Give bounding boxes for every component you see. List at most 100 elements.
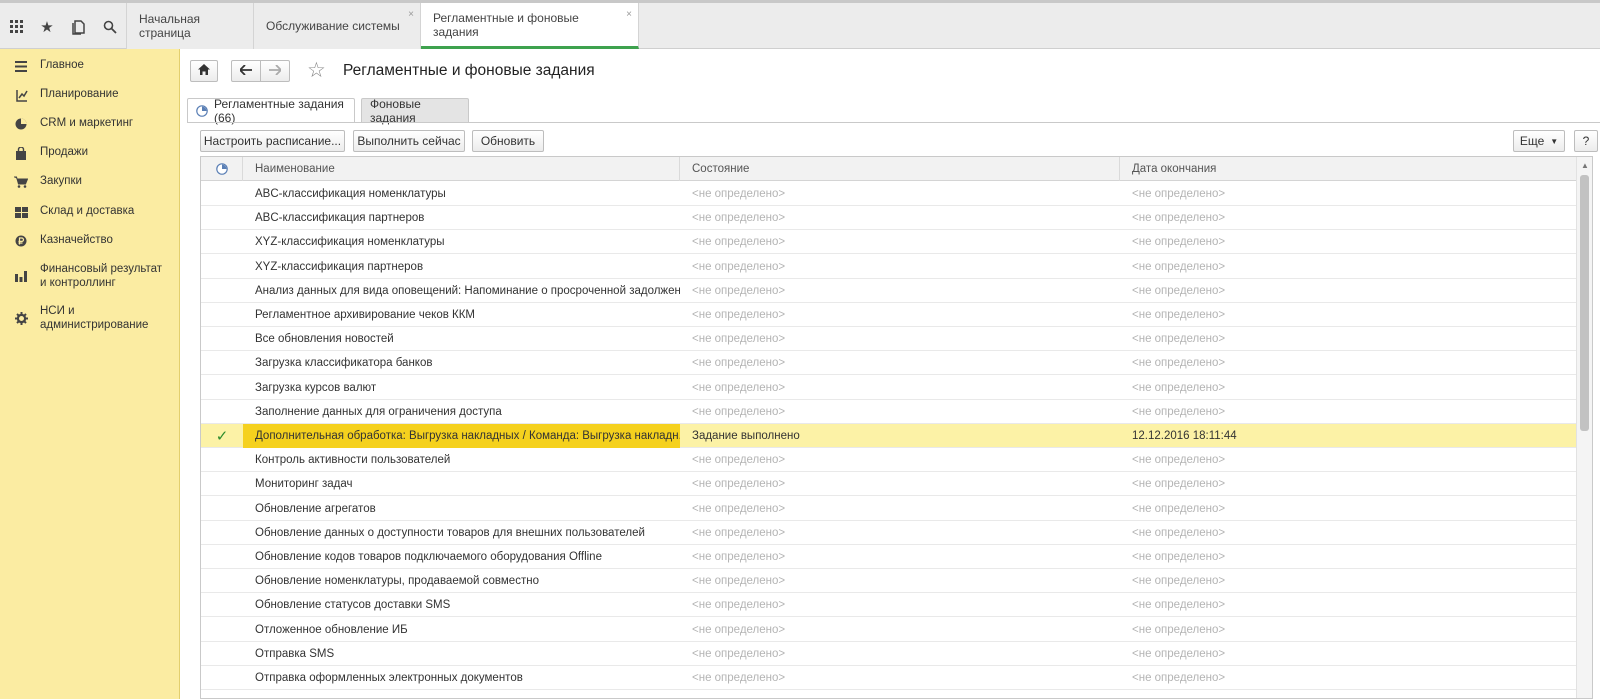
scroll-up-icon[interactable]: ▲ xyxy=(1577,157,1592,173)
job-end-date-cell: <не определено> xyxy=(1132,672,1226,684)
job-end-date-cell: <не определено> xyxy=(1132,284,1226,297)
column-header-state[interactable]: Состояние xyxy=(680,157,1120,181)
job-name-cell: Обновление агрегатов xyxy=(255,502,376,515)
job-state-cell: <не определено> xyxy=(692,260,786,273)
job-end-date-cell: <не определено> xyxy=(1132,526,1226,539)
sidebar-item-financial-result[interactable]: Финансовый результат и контроллинг xyxy=(0,262,180,290)
job-end-date-cell: <не определено> xyxy=(1132,575,1226,588)
tab-background-jobs[interactable]: Фоновые задания xyxy=(361,97,469,125)
table-row[interactable]: Обновление номенклатуры, продаваемой сов… xyxy=(201,569,1576,594)
sidebar-item-purchases[interactable]: Закупки xyxy=(0,174,180,189)
table-row[interactable]: Загрузка курсов валют <не определено> <не … xyxy=(201,376,1576,400)
subtab-divider xyxy=(187,122,1600,123)
table-row[interactable]: XYZ-классификация номенклатуры <не опреде… xyxy=(201,230,1576,255)
table-row[interactable]: ABC-классификация партнеров <не определен… xyxy=(201,206,1576,231)
more-button[interactable]: Еще ▼ xyxy=(1513,130,1565,152)
check-icon xyxy=(201,182,243,206)
check-icon xyxy=(201,545,243,569)
tab-label: Регламентные и фоновые задания xyxy=(433,10,579,39)
sidebar-item-admin[interactable]: НСИ и администрирование xyxy=(0,304,180,332)
tab-scheduled-jobs[interactable]: Регламентные и фоновые задания × xyxy=(421,3,639,49)
table-row[interactable]: Обновление кодов товаров подключаемого о… xyxy=(201,545,1576,569)
job-state-cell: <не определено> xyxy=(692,454,786,467)
favorite-star-icon[interactable]: ☆ xyxy=(307,58,326,83)
job-state-cell: <не определено> xyxy=(692,357,786,370)
table-row[interactable]: Обновление данных о доступности товаров … xyxy=(201,521,1576,545)
back-button[interactable] xyxy=(231,60,261,82)
job-end-date-cell: <не определено> xyxy=(1132,623,1226,636)
table-row[interactable]: Обновление статусов доставки SMS <не опре… xyxy=(201,593,1576,618)
table-row[interactable]: XYZ-классификация партнеров <не определен… xyxy=(201,255,1576,279)
tab-scheduled-jobs-list[interactable]: Регламентные задания (66) xyxy=(187,97,355,125)
table-row[interactable]: Загрузка классификатора банков <не опреде… xyxy=(201,351,1576,376)
table-row[interactable]: Все обновления новостей <не определено> <н… xyxy=(201,327,1576,352)
scrollbar-thumb[interactable] xyxy=(1580,175,1589,431)
home-button[interactable] xyxy=(190,60,218,82)
table-row[interactable]: Обновление агрегатов <не определено> <не о… xyxy=(201,497,1576,521)
job-state-cell: <не определено> xyxy=(692,551,786,563)
table-row[interactable]: Регламентное архивирование чеков ККМ <не … xyxy=(201,303,1576,327)
column-header-name[interactable]: Наименование xyxy=(243,157,680,181)
table-row[interactable]: ✓ Дополнительная обработка: Выгрузка накл… xyxy=(201,424,1576,448)
job-name-cell: ABC-классификация номенклатуры xyxy=(255,188,446,200)
refresh-button[interactable]: Обновить xyxy=(472,130,544,152)
help-button[interactable]: ? xyxy=(1574,130,1598,152)
sidebar-item-main[interactable]: Главное xyxy=(0,58,180,73)
job-end-date-cell: <не определено> xyxy=(1132,188,1226,200)
more-label: Еще xyxy=(1519,134,1545,148)
job-name-cell: Обновление номенклатуры, продаваемой сов… xyxy=(255,575,539,588)
tab-label: Начальная страница xyxy=(139,12,201,40)
vertical-scrollbar[interactable]: ▲ xyxy=(1576,157,1592,698)
table-row[interactable]: Отправка оформленных электронных докумен… xyxy=(201,666,1576,690)
forward-button[interactable] xyxy=(260,60,290,82)
check-icon xyxy=(201,279,243,303)
status-column-header[interactable] xyxy=(201,157,243,181)
job-end-date-cell: <не определено> xyxy=(1132,502,1226,515)
arrow-left-icon xyxy=(238,64,252,78)
job-name-cell: Обновление статусов доставки SMS xyxy=(255,599,451,612)
table-row[interactable]: Анализ данных для вида оповещений: Напом… xyxy=(201,279,1576,303)
job-name-cell: Загрузка курсов валют xyxy=(255,381,377,394)
column-header-end-date[interactable]: Дата окончания xyxy=(1120,157,1576,181)
table-row[interactable]: Контроль активности пользователей <не опр… xyxy=(201,448,1576,473)
apps-grid-icon[interactable] xyxy=(5,11,29,43)
search-icon[interactable] xyxy=(98,11,122,43)
history-icon[interactable] xyxy=(67,11,91,43)
job-name-cell: Загрузка классификатора банков xyxy=(255,357,433,370)
configure-schedule-button[interactable]: Настроить расписание... xyxy=(200,130,345,152)
job-end-date-cell: <не определено> xyxy=(1132,357,1226,370)
sidebar-item-treasury[interactable]: Казначейство xyxy=(0,233,180,248)
tab-system-maintenance[interactable]: Обслуживание системы × xyxy=(254,3,421,49)
run-now-button[interactable]: Выполнить сейчас xyxy=(353,130,465,152)
close-icon[interactable]: × xyxy=(408,9,414,20)
job-end-date-cell: <не определено> xyxy=(1132,551,1226,563)
job-state-cell: <не определено> xyxy=(692,381,786,394)
check-icon xyxy=(201,618,243,642)
job-state-cell: <не определено> xyxy=(692,599,786,612)
job-end-date-cell: <не определено> xyxy=(1132,309,1226,321)
check-icon xyxy=(201,472,243,496)
table-row[interactable]: Отправка SMS <не определено> <не определен… xyxy=(201,642,1576,666)
job-end-date-cell: <не определено> xyxy=(1132,381,1226,394)
bar-chart-icon xyxy=(14,269,28,283)
main-content: ☆ Регламентные и фоновые задания Регламе… xyxy=(181,49,1600,699)
favorites-star-icon[interactable]: ★ xyxy=(35,11,59,43)
jobs-table[interactable]: Наименование Состояние Дата окончания AB… xyxy=(200,156,1593,699)
job-end-date-cell: <не определено> xyxy=(1132,478,1226,491)
sidebar-item-warehouse[interactable]: Склад и доставка xyxy=(0,204,180,219)
table-row[interactable]: Заполнение данных для ограничения доступ… xyxy=(201,400,1576,424)
tab-home[interactable]: Начальная страница xyxy=(126,3,254,49)
check-icon xyxy=(201,448,243,472)
table-row[interactable]: Отложенное обновление ИБ <не определено> <… xyxy=(201,618,1576,642)
sidebar-item-crm[interactable]: CRM и маркетинг xyxy=(0,116,180,131)
sidebar-item-sales[interactable]: Продажи xyxy=(0,145,180,160)
table-row[interactable]: ABC-классификация номенклатуры <не опреде… xyxy=(201,182,1576,206)
warehouse-icon xyxy=(14,205,28,219)
job-state-cell: <не определено> xyxy=(692,309,786,321)
table-row[interactable]: Мониторинг задач <не определено> <не опред… xyxy=(201,472,1576,497)
sidebar-item-planning[interactable]: Планирование xyxy=(0,87,180,102)
sidebar-item-label: Финансовый результат и контроллинг xyxy=(40,263,163,289)
close-icon[interactable]: × xyxy=(626,9,632,20)
check-icon xyxy=(201,303,243,327)
check-icon xyxy=(201,642,243,666)
